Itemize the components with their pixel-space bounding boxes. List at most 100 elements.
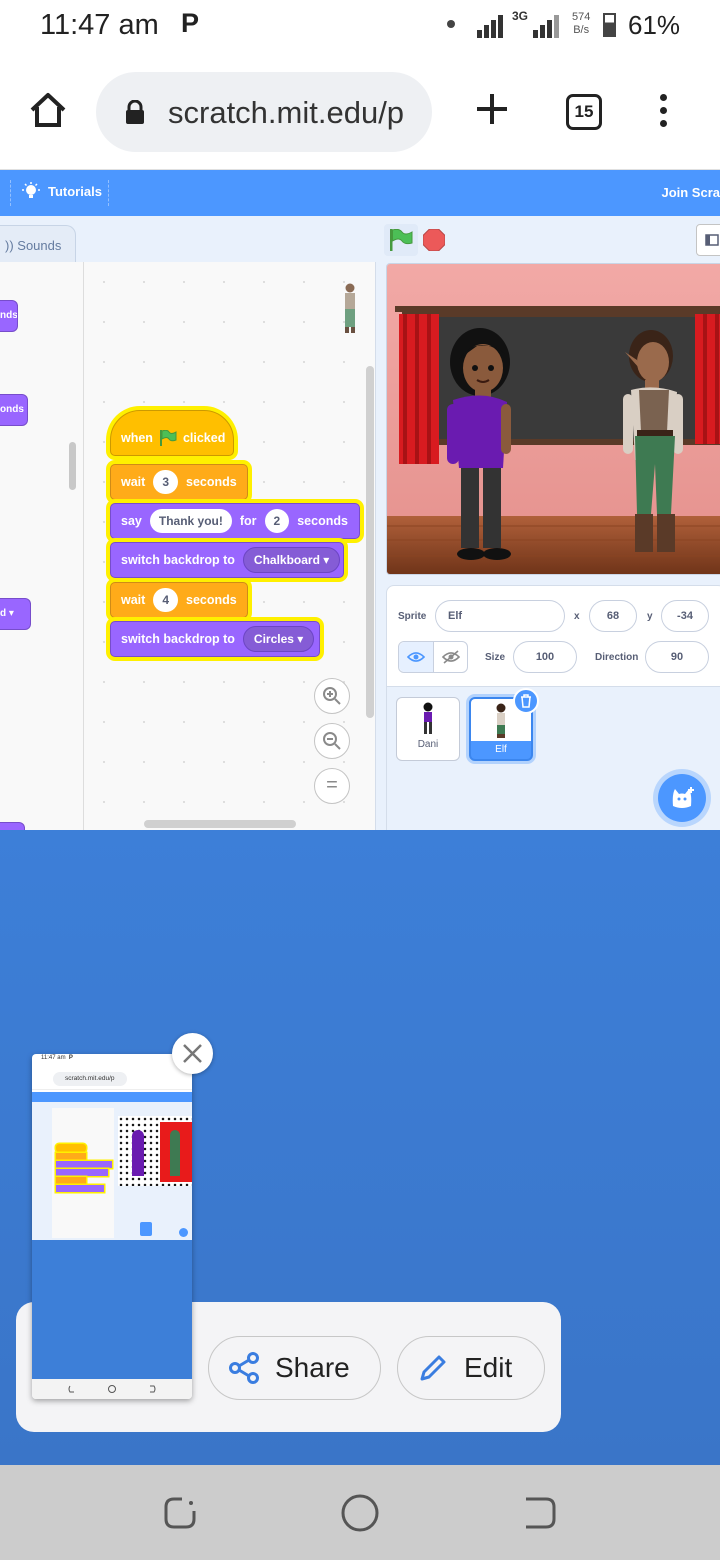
cat-icon <box>672 787 694 808</box>
close-preview-button[interactable] <box>172 1033 213 1074</box>
tutorials-menu[interactable]: Tutorials <box>24 184 102 199</box>
y-label: y <box>647 611 653 622</box>
thumb-sprite-tile <box>140 1222 152 1236</box>
wait-block[interactable]: wait 4 seconds <box>110 582 248 618</box>
switch-backdrop-block[interactable]: switch backdrop to Circles ▾ <box>110 621 320 657</box>
overflow-menu-icon[interactable] <box>655 94 671 130</box>
code-horizontal-scrollbar[interactable] <box>144 820 296 828</box>
block-text-seconds: seconds <box>186 475 237 489</box>
stage-layout-button[interactable] <box>696 224 720 256</box>
block-text-seconds: seconds <box>186 593 237 607</box>
thumb-cat-button <box>179 1228 188 1237</box>
status-bar: 11:47 am P 3G 574 B/s 61% <box>0 0 720 52</box>
tab-sounds[interactable]: )) Sounds <box>0 225 76 263</box>
backdrop-dropdown-value: Circles <box>253 632 294 646</box>
size-label: Size <box>485 652 506 663</box>
sprite-tile-label: Elf <box>495 744 507 755</box>
wait-seconds-input[interactable]: 3 <box>153 470 178 494</box>
tab-sounds-label: Sounds <box>17 238 62 253</box>
sprite-thumbnail-watermark <box>345 283 355 333</box>
sprite-name-field[interactable]: Elf <box>435 600 565 632</box>
thumb-block <box>56 1153 86 1160</box>
size-field[interactable]: 100 <box>513 641 577 673</box>
url-text: scratch.mit.edu/p <box>168 95 405 130</box>
edit-button[interactable]: Edit <box>397 1336 545 1400</box>
choose-sprite-button[interactable] <box>658 774 706 822</box>
palette-block[interactable]: nds <box>0 300 18 332</box>
sprite-tile-label: Dani <box>417 739 439 750</box>
zoom-reset-button[interactable]: = <box>314 768 350 804</box>
wait-seconds-input[interactable]: 4 <box>153 588 178 612</box>
stage-canvas[interactable] <box>386 263 720 575</box>
close-icon <box>183 1044 202 1063</box>
block-text-switch-backdrop: switch backdrop to <box>121 553 235 567</box>
menu-divider <box>108 180 109 206</box>
notification-dot-icon <box>447 20 455 28</box>
palette-block-label: d <box>0 608 7 619</box>
palette-scrollbar[interactable] <box>69 442 76 490</box>
block-text-say: say <box>121 514 142 528</box>
say-for-secs-block[interactable]: say Thank you! for 2 seconds <box>110 503 360 539</box>
palette-block[interactable]: d ▾ <box>0 598 31 630</box>
sprite-tile-dani[interactable]: Dani <box>396 697 460 761</box>
block-text-when: when <box>121 431 153 445</box>
stop-button[interactable] <box>423 229 445 251</box>
zoom-in-button[interactable] <box>314 678 350 714</box>
home-nav-icon[interactable] <box>340 1493 380 1533</box>
say-seconds-input[interactable]: 2 <box>264 509 290 533</box>
wait-block[interactable]: wait 3 seconds <box>110 464 248 500</box>
zoom-in-icon <box>323 687 341 705</box>
address-bar[interactable]: scratch.mit.edu/p <box>96 72 432 152</box>
green-flag-button[interactable] <box>384 224 418 256</box>
backdrop-dropdown[interactable]: Chalkboard ▾ <box>242 547 341 573</box>
code-vertical-scrollbar[interactable] <box>366 366 374 718</box>
thumb-block <box>56 1169 108 1176</box>
switch-backdrop-block[interactable]: switch backdrop to Chalkboard ▾ <box>110 542 344 578</box>
zoom-out-icon <box>323 732 341 750</box>
palette-block[interactable]: onds <box>0 394 28 426</box>
system-nav-bar <box>0 1465 720 1560</box>
eye-icon <box>406 652 426 662</box>
code-area[interactable]: when clicked wait 3 seconds say Thank yo… <box>84 262 376 830</box>
signal-icon-2 <box>533 15 559 38</box>
data-speed: 574 B/s <box>572 11 590 37</box>
show-sprite-button[interactable] <box>399 642 434 672</box>
home-icon[interactable] <box>28 90 68 130</box>
block-text-clicked: clicked <box>182 431 226 445</box>
x-position-field[interactable]: 68 <box>589 600 637 632</box>
notification-p-icon: P <box>181 8 200 38</box>
thumb-dani <box>132 1130 144 1176</box>
network-type: 3G <box>512 9 529 23</box>
share-label: Share <box>275 1352 350 1383</box>
palette-block[interactable] <box>0 822 25 830</box>
dani-thumbnail <box>423 702 433 734</box>
data-speed-value: 574 <box>572 11 591 23</box>
when-flag-clicked-block[interactable]: when clicked <box>110 410 234 456</box>
thumb-block <box>56 1185 104 1192</box>
join-scratch-link[interactable]: Join Scra <box>661 185 720 200</box>
eye-slash-icon <box>441 650 461 664</box>
thumb-elf <box>170 1130 180 1176</box>
elf-thumbnail <box>496 703 506 738</box>
scratch-editor: Tutorials Join Scra )) Sounds nds onds d… <box>0 170 720 830</box>
zoom-out-button[interactable] <box>314 723 350 759</box>
direction-field[interactable]: 90 <box>645 641 709 673</box>
recent-apps-icon[interactable] <box>160 1493 200 1533</box>
back-icon[interactable] <box>520 1493 560 1533</box>
backdrop-dropdown[interactable]: Circles ▾ <box>242 626 315 652</box>
tab-switcher-button[interactable]: 15 <box>566 94 602 130</box>
delete-sprite-button[interactable] <box>513 688 539 714</box>
new-tab-icon[interactable] <box>474 91 510 127</box>
block-palette: nds onds d ▾ <box>0 262 84 830</box>
say-message-input[interactable]: Thank you! <box>149 509 232 533</box>
share-button[interactable]: Share <box>208 1336 381 1400</box>
thumb-nav-bar <box>32 1379 192 1399</box>
hide-sprite-button[interactable] <box>434 642 468 672</box>
battery-percent: 61% <box>628 10 681 40</box>
visibility-toggle <box>398 641 468 673</box>
screenshot-thumbnail[interactable]: 11:47 am P scratch.mit.edu/p <box>32 1054 192 1399</box>
y-position-field[interactable]: -34 <box>661 600 709 632</box>
share-icon <box>229 1352 259 1384</box>
thumb-status-bar: 11:47 am P <box>32 1054 192 1064</box>
menu-divider <box>10 180 11 206</box>
